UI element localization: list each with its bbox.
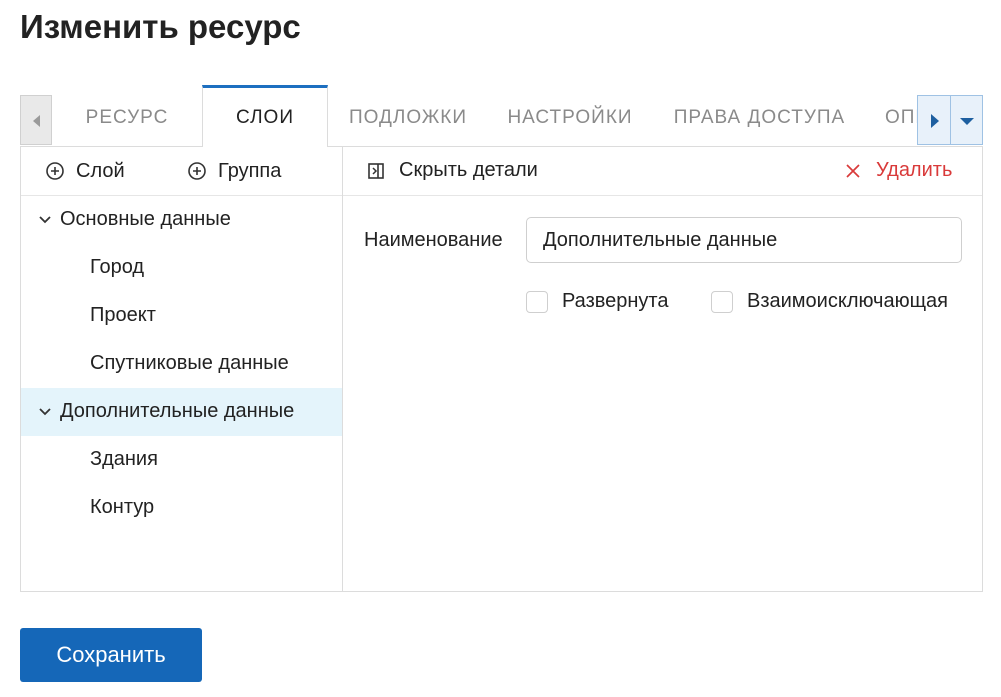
exclusive-checkbox-label: Взаимоисключающая <box>747 290 949 312</box>
delete-label: Удалить <box>876 159 953 181</box>
plus-circle-icon <box>46 162 64 180</box>
name-field-label: Наименование <box>364 229 503 251</box>
tab-layers[interactable]: СЛОИ <box>202 85 328 147</box>
scroll-tabs-left-button[interactable] <box>20 95 52 145</box>
tree-layer-city[interactable]: Город <box>21 244 342 292</box>
chevron-down-icon[interactable] <box>37 403 53 419</box>
add-layer-button[interactable]: Слой <box>44 159 125 183</box>
name-input[interactable] <box>526 217 962 263</box>
tab-description[interactable]: ОПИСАНИЕ <box>867 85 917 147</box>
tree-node-label: Контур <box>90 496 155 518</box>
caret-right-icon <box>931 114 939 128</box>
tree-node-label: Основные данные <box>60 208 231 230</box>
add-group-button[interactable]: Группа <box>186 159 281 183</box>
scroll-tabs-right-button[interactable] <box>917 95 951 145</box>
tree-layer-project[interactable]: Проект <box>21 292 342 340</box>
tab-settings[interactable]: НАСТРОЙКИ <box>488 85 652 147</box>
exclusive-checkbox-box[interactable] <box>711 290 733 313</box>
tree-node-label: Спутниковые данные <box>90 352 289 374</box>
tree-group-main-data[interactable]: Основные данные <box>21 196 342 244</box>
layers-panel: Слой Группа Основные данные Город Проект… <box>20 147 983 592</box>
caret-left-icon <box>33 115 40 127</box>
chevron-down-icon[interactable] <box>37 211 53 227</box>
layer-tree-panel: Слой Группа Основные данные Город Проект… <box>21 147 343 591</box>
tree-toolbar: Слой Группа <box>21 147 342 196</box>
tree-node-label: Здания <box>90 448 158 470</box>
page-title: Изменить ресурс <box>20 8 301 45</box>
details-toolbar: Скрыть детали Удалить <box>343 147 982 196</box>
tab-list: РЕСУРС СЛОИ ПОДЛОЖКИ НАСТРОЙКИ ПРАВА ДОС… <box>52 85 917 147</box>
tree-layer-contour[interactable]: Контур <box>21 484 342 532</box>
tab-bar: РЕСУРС СЛОИ ПОДЛОЖКИ НАСТРОЙКИ ПРАВА ДОС… <box>20 85 983 147</box>
tabs-menu-button[interactable] <box>950 95 983 145</box>
tab-permissions[interactable]: ПРАВА ДОСТУПА <box>652 85 867 147</box>
caret-down-icon <box>960 118 974 125</box>
expanded-checkbox-box[interactable] <box>526 290 548 313</box>
hide-details-button[interactable]: Скрыть детали <box>367 159 538 182</box>
tree-group-additional-data[interactable]: Дополнительные данные <box>21 388 342 436</box>
save-button[interactable]: Сохранить <box>20 628 202 682</box>
tree-layer-satellite[interactable]: Спутниковые данные <box>21 340 342 388</box>
details-panel: Скрыть детали Удалить Наименование Разве… <box>343 147 982 591</box>
tab-resource[interactable]: РЕСУРС <box>52 85 202 147</box>
exclusive-checkbox[interactable]: Взаимоисключающая <box>711 290 948 313</box>
tree-layer-buildings[interactable]: Здания <box>21 436 342 484</box>
delete-button[interactable]: Удалить <box>846 159 952 182</box>
tree-node-label: Проект <box>90 304 156 326</box>
tree-node-label: Дополнительные данные <box>60 400 295 422</box>
plus-circle-icon <box>188 162 206 180</box>
add-group-label: Группа <box>218 159 282 182</box>
add-layer-label: Слой <box>76 159 125 182</box>
expanded-checkbox[interactable]: Развернута <box>526 290 669 313</box>
close-icon <box>846 163 860 178</box>
tree-node-label: Город <box>90 256 145 278</box>
expanded-checkbox-label: Развернута <box>562 290 669 312</box>
tab-basemaps[interactable]: ПОДЛОЖКИ <box>328 85 488 147</box>
hide-details-label: Скрыть детали <box>399 159 538 181</box>
sidebar-collapse-icon <box>368 162 384 179</box>
